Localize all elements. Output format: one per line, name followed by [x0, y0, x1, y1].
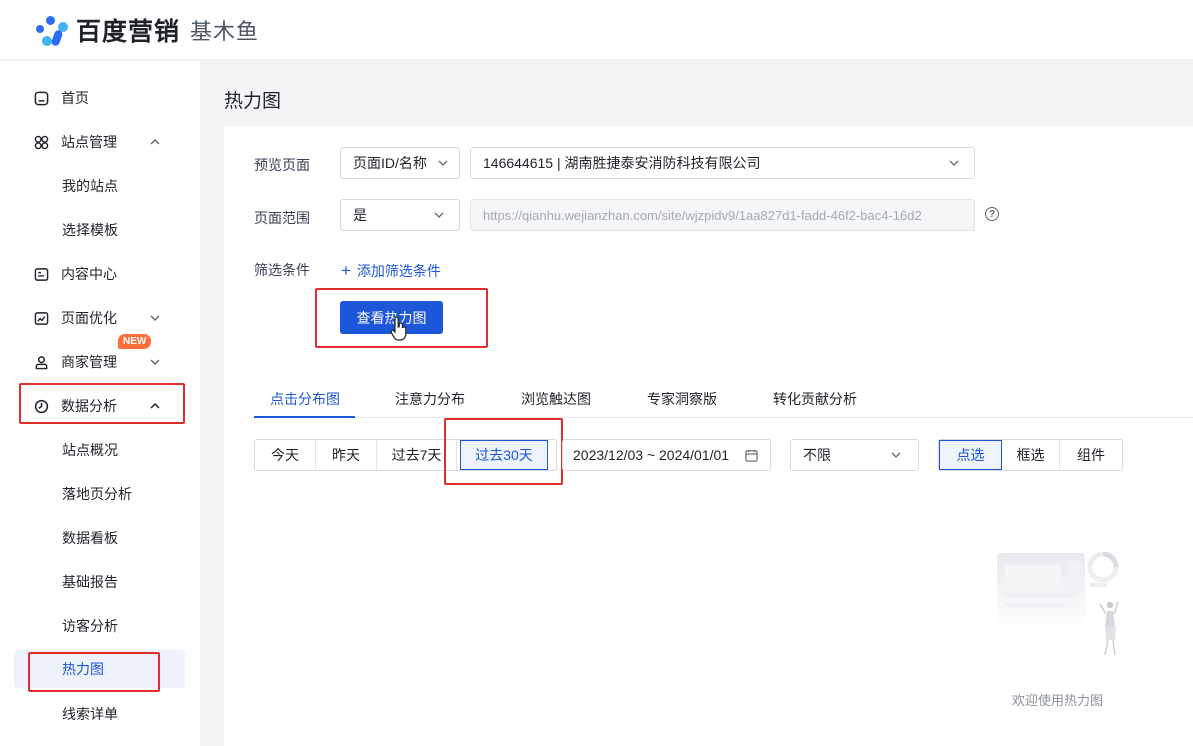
sidebar-item-visitor-analysis[interactable]: 访客分析: [0, 604, 200, 648]
sidebar-item-label: 访客分析: [62, 618, 118, 634]
sidebar-item-label: 内容中心: [61, 266, 117, 282]
sidebar-item-label: 页面优化: [61, 310, 117, 326]
selection-mode-segment: 点选 框选 组件: [938, 439, 1123, 471]
preview-page-select[interactable]: 146644615 | 湖南胜捷泰安消防科技有限公司: [470, 147, 975, 179]
add-filter-label: 添加筛选条件: [356, 263, 441, 279]
chevron-down-icon: [891, 452, 901, 458]
chevron-down-icon: [949, 160, 959, 166]
sidebar-item-label: 站点概况: [62, 442, 118, 458]
empty-state-text: 欢迎使用热力图: [1012, 693, 1104, 708]
hand-cursor-icon: [390, 316, 407, 341]
sidebar-item-data-dashboard[interactable]: 数据看板: [0, 516, 200, 560]
sidebar-item-label: 线索详单: [62, 706, 118, 722]
range-option-30-days[interactable]: 过去30天: [460, 440, 548, 470]
page-url-value: https://qianhu.wejianzhan.com/site/wjzpi…: [483, 207, 922, 223]
sidebar-item-page-optimization[interactable]: 页面优化: [0, 296, 200, 340]
chevron-down-icon: [150, 315, 160, 321]
device-filter-value: 不限: [803, 447, 831, 463]
page-scope-label: 页面范围: [254, 210, 310, 226]
product-name: 基木鱼: [190, 19, 260, 44]
sidebar-item-heatmap[interactable]: 热力图: [14, 650, 185, 688]
new-badge: NEW: [118, 334, 152, 349]
preview-page-label: 预览页面: [254, 157, 310, 173]
sidebar-item-merchant-management[interactable]: 商家管理 NEW: [0, 334, 200, 384]
page-scope-select[interactable]: 是: [340, 199, 460, 231]
optimize-icon: [33, 310, 49, 326]
date-range-value: 2023/12/03 ~ 2024/01/01: [573, 447, 730, 463]
sidebar-item-label: 选择模板: [62, 222, 118, 238]
preview-type-select[interactable]: 页面ID/名称: [340, 147, 460, 179]
preview-type-value: 页面ID/名称: [353, 155, 427, 171]
mode-option-click[interactable]: 点选: [939, 440, 1002, 470]
sidebar-item-basic-report[interactable]: 基础报告: [0, 560, 200, 604]
chevron-up-icon: [150, 139, 160, 145]
page-title: 热力图: [224, 91, 282, 112]
sidebar-item-home[interactable]: 首页: [0, 76, 200, 120]
plus-icon: +: [341, 261, 351, 280]
brand-name: 百度营销: [76, 18, 181, 46]
date-range-picker[interactable]: 2023/12/03 ~ 2024/01/01: [562, 439, 771, 471]
sidebar-item-label: 数据看板: [62, 530, 118, 546]
sidebar-item-label: 数据分析: [61, 398, 117, 414]
sidebar-item-label: 首页: [61, 90, 89, 106]
page-url-input[interactable]: https://qianhu.wejianzhan.com/site/wjzpi…: [470, 199, 975, 231]
range-option-7-days[interactable]: 过去7天: [377, 440, 457, 470]
sidebar-item-choose-template[interactable]: 选择模板: [0, 208, 200, 252]
chevron-down-icon: [150, 359, 160, 365]
calendar-icon: [745, 449, 758, 462]
sidebar-item-landing-page-analysis[interactable]: 落地页分析: [0, 472, 200, 516]
range-option-today[interactable]: 今天: [255, 440, 316, 470]
chevron-up-icon: [150, 402, 160, 409]
sidebar-item-site-overview[interactable]: 站点概况: [0, 428, 200, 472]
chevron-down-icon: [434, 212, 444, 218]
filter-conditions-label: 筛选条件: [254, 262, 310, 278]
content-icon: [33, 266, 49, 282]
tab-attention-distribution[interactable]: 注意力分布: [395, 389, 465, 409]
merchant-icon: [33, 354, 49, 370]
mode-option-box[interactable]: 框选: [1002, 440, 1060, 470]
grid-icon: [33, 134, 49, 150]
sidebar-item-label: 落地页分析: [62, 486, 132, 502]
sidebar-item-content-center[interactable]: 内容中心: [0, 252, 200, 296]
sidebar-item-label: 商家管理: [61, 354, 117, 370]
page-scope-value: 是: [353, 207, 367, 223]
sidebar-item-data-analysis[interactable]: 数据分析: [0, 384, 200, 428]
sidebar-item-label: 热力图: [62, 661, 104, 677]
sidebar-item-label: 我的站点: [62, 178, 118, 194]
heatmap-empty-illustration-icon: [997, 551, 1119, 656]
tab-divider: [355, 417, 1193, 418]
top-bar: 百度营销 基木鱼: [0, 0, 1193, 60]
sidebar-item-my-sites[interactable]: 我的站点: [0, 164, 200, 208]
sidebar: 首页 站点管理 我的站点 选择模板 内容中心 页面优化 商家管理 NEW 数据分…: [0, 61, 200, 746]
analytics-icon: [33, 398, 49, 414]
chevron-down-icon: [438, 160, 448, 166]
sidebar-item-label: 基础报告: [62, 574, 118, 590]
mode-option-component[interactable]: 组件: [1060, 440, 1122, 470]
preview-page-value: 146644615 | 湖南胜捷泰安消防科技有限公司: [483, 155, 761, 171]
tab-browse-reach[interactable]: 浏览触达图: [521, 389, 591, 409]
tab-expert-insight[interactable]: 专家洞察版: [647, 389, 717, 409]
active-tab-indicator: [254, 416, 355, 418]
logo[interactable]: 百度营销 基木鱼: [34, 12, 259, 48]
device-filter-select[interactable]: 不限: [790, 439, 919, 471]
sidebar-item-site-management[interactable]: 站点管理: [0, 120, 200, 164]
add-filter-link[interactable]: + 添加筛选条件: [341, 261, 441, 281]
home-icon: [33, 90, 49, 106]
date-range-segment: 今天 昨天 过去7天 过去30天: [254, 439, 557, 471]
tab-click-distribution[interactable]: 点击分布图: [270, 389, 340, 409]
range-option-yesterday[interactable]: 昨天: [316, 440, 377, 470]
tab-conversion-contribution[interactable]: 转化贡献分析: [773, 389, 857, 409]
sidebar-item-lead-details[interactable]: 线索详单: [0, 692, 200, 736]
sidebar-item-label: 站点管理: [61, 134, 117, 150]
help-icon[interactable]: ?: [985, 207, 999, 221]
baidu-marketing-logo-icon: [34, 12, 72, 48]
